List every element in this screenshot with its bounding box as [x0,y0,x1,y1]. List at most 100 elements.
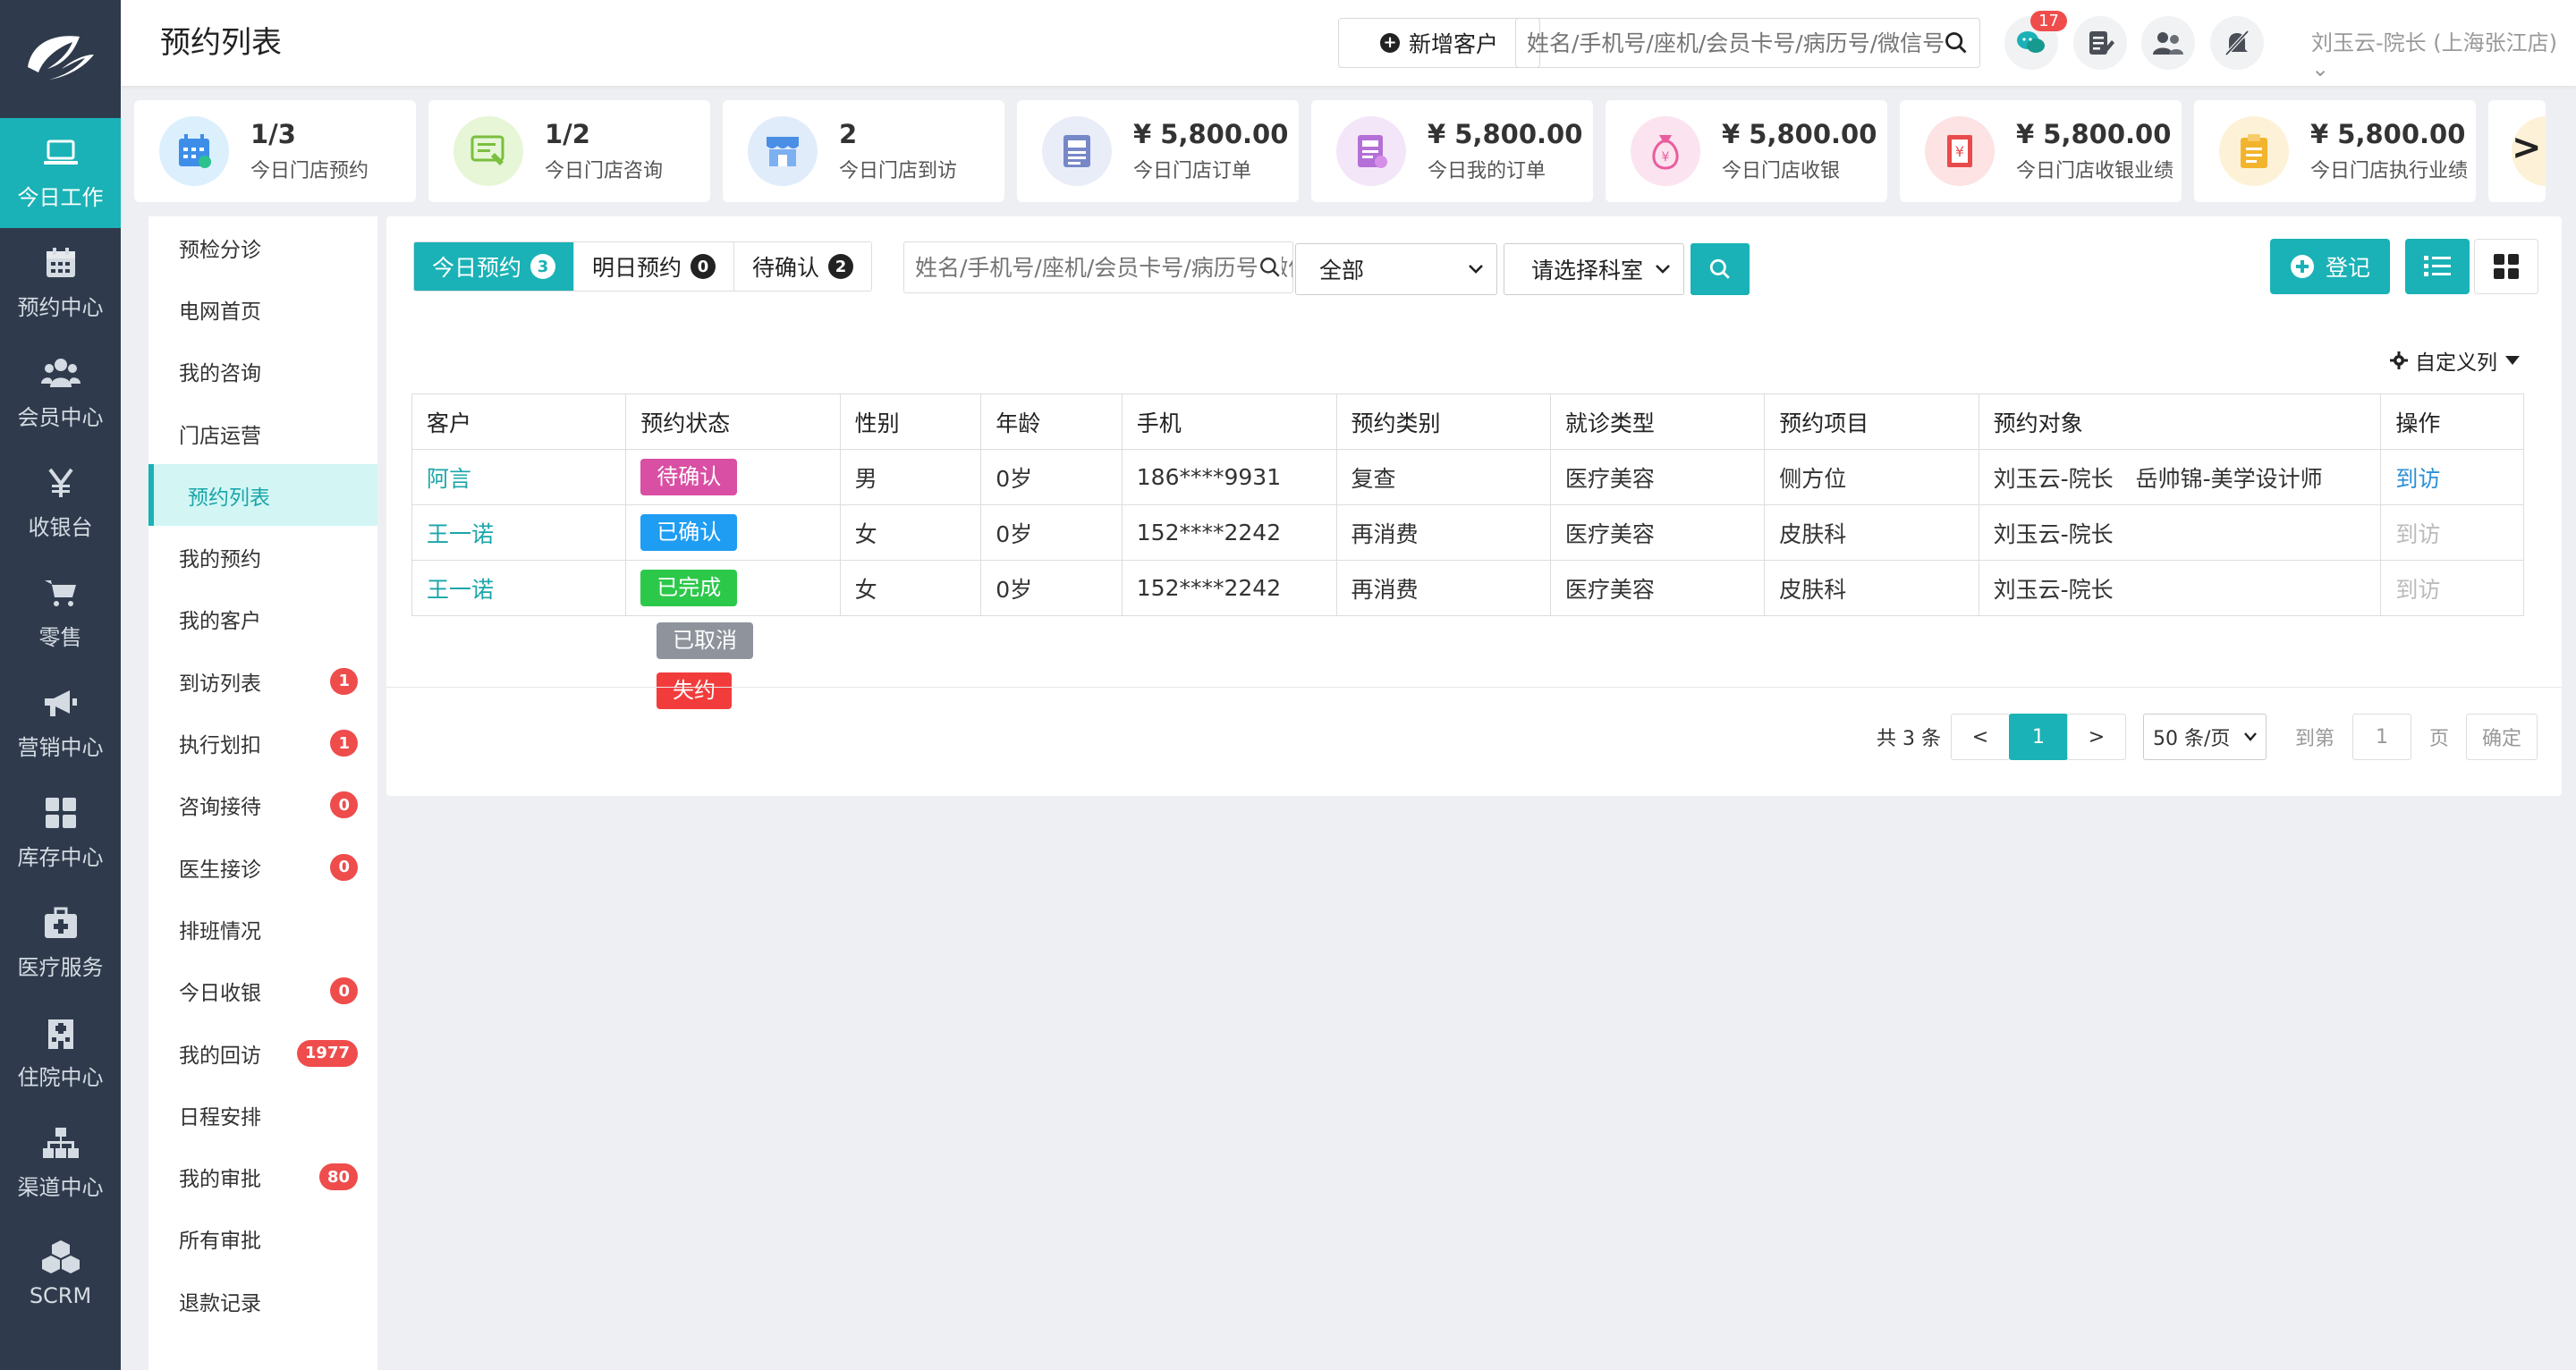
wechat-button[interactable]: 17 [2004,11,2067,70]
global-search-input[interactable] [1527,30,1944,56]
notes-button[interactable] [2073,16,2127,70]
grid-view-button[interactable] [2474,239,2538,294]
nav-item-8[interactable]: 住院中心 [0,998,121,1108]
nav-item-4[interactable]: 零售 [0,558,121,668]
pager-next-button[interactable]: > [2067,714,2126,760]
table-row[interactable]: 王一诺 已确认 女 0岁 152****2242 再消费 医疗美容 皮肤科 刘玉云-院长 到访 [411,504,2524,561]
kpi-card[interactable]: 1/2 今日门店咨询 [428,100,710,202]
column-header[interactable]: 操作 [2380,393,2524,450]
tab-1[interactable]: 明日预约 0 [574,242,735,291]
nav-item-7[interactable]: 医疗服务 [0,888,121,998]
status-select[interactable]: 全部 [1295,243,1497,295]
nav-item-label: SCRM [29,1282,92,1308]
nav-item-0[interactable]: 今日工作 [0,118,121,228]
column-header[interactable]: 性别 [839,393,982,450]
column-header[interactable]: 就诊类型 [1549,393,1766,450]
subnav-item[interactable]: 医生接诊 0 [148,836,377,898]
kpi-card[interactable]: ¥ 5,800.00 今日我的订单 [1311,100,1593,202]
nav-item-2[interactable]: 会员中心 [0,338,121,448]
custom-columns-button[interactable]: 自定义列 [2390,345,2521,376]
money-bag-icon: ¥ [1631,116,1700,186]
nav-item-1[interactable]: 预约中心 [0,228,121,338]
subnav-item[interactable]: 我的审批 80 [148,1146,377,1207]
subnav-item[interactable]: 我的客户 [148,588,377,650]
org-chart-icon [40,1125,81,1161]
subnav-item[interactable]: 所有审批 [148,1208,377,1270]
page-size-select[interactable]: 50 条/页 [2143,714,2267,760]
kpi-card[interactable]: 1/3 今日门店预约 [134,100,416,202]
nav-item-3[interactable]: 收银台 [0,448,121,558]
column-header[interactable]: 预约类别 [1335,393,1551,450]
kpi-value: ¥ 5,800.00 [2310,119,2466,149]
nav-item-label: 会员中心 [17,405,104,430]
cubes-icon [40,1239,81,1274]
customer-link[interactable]: 王一诺 [427,521,494,547]
column-header[interactable]: 年龄 [980,393,1123,450]
kpi-next-button[interactable]: > [2488,100,2546,202]
search-button[interactable] [1690,243,1750,295]
appointment-search-input[interactable] [915,254,1292,281]
tab-2[interactable]: 待确认 2 [734,242,872,291]
list-view-button[interactable] [2405,239,2470,294]
department-select[interactable]: 请选择科室 [1504,243,1684,295]
subnav-item[interactable]: 日程安排 [148,1084,377,1146]
pager-goto-input[interactable]: 1 [2352,714,2411,760]
subnav-item[interactable]: 预检分诊 [148,216,377,278]
tab-0[interactable]: 今日预约 3 [414,242,575,291]
subnav-item[interactable]: 退款记录 [148,1270,377,1332]
subnav-item[interactable]: 我的预约 [148,526,377,588]
subnav-item[interactable]: 电网首页 [148,278,377,340]
kpi-card[interactable]: ¥ 5,800.00 今日门店执行业绩 [2194,100,2476,202]
tab-label: 待确认 [752,255,820,281]
column-header[interactable]: 手机 [1121,393,1337,450]
count-badge: 0 [330,977,358,1005]
current-user-menu[interactable]: 刘玉云-院长 (上海张江店) ⌄ [2311,25,2576,81]
calendar-icon [40,245,81,281]
subnav-item[interactable]: 咨询接待 0 [148,774,377,836]
mute-button[interactable] [2210,16,2264,70]
pager-confirm-button[interactable]: 确定 [2466,714,2538,760]
kpi-label: 今日门店到访 [839,160,958,182]
table-row[interactable]: 王一诺 已完成 女 0岁 152****2242 再消费 医疗美容 皮肤科 刘玉云-院长 到访 [411,560,2524,616]
table-row[interactable]: 阿言 待确认 男 0岁 186****9931 复查 医疗美容 侧方位 刘玉云-院长 岳帅锦-美… [411,449,2524,505]
subnav-item[interactable]: 预约列表 [148,464,377,527]
global-search[interactable] [1515,18,1980,68]
search-icon[interactable] [1944,30,1969,55]
tab-label: 今日预约 [432,255,522,281]
wechat-icon [2017,31,2045,53]
appointment-search[interactable] [903,241,1293,293]
cell-gender: 女 [839,560,982,616]
cell-target: 刘玉云-院长 岳帅锦-美学设计师 [1978,449,2382,505]
nav-item-10[interactable]: SCRM [0,1218,121,1328]
add-customer-button[interactable]: + 新增客户 [1338,18,1540,68]
nav-item-label: 今日工作 [17,185,104,210]
kpi-card[interactable]: ¥ 5,800.00 今日门店订单 [1017,100,1299,202]
subnav-item[interactable]: 门店运营 [148,402,377,464]
team-button[interactable] [2141,16,2195,70]
subnav-item[interactable]: 执行划扣 1 [148,712,377,774]
customer-link[interactable]: 阿言 [427,466,471,492]
nav-item-5[interactable]: 营销中心 [0,668,121,778]
kpi-card[interactable]: ¥ ¥ 5,800.00 今日门店收银 [1606,100,1887,202]
subnav-item[interactable]: 排班情况 [148,898,377,960]
column-header[interactable]: 客户 [411,393,627,450]
nav-item-6[interactable]: 库存中心 [0,778,121,888]
calendar-check-icon [159,116,229,186]
register-button[interactable]: 登记 [2270,239,2390,294]
nav-item-9[interactable]: 渠道中心 [0,1108,121,1218]
column-header[interactable]: 预约对象 [1978,393,2382,450]
pager-prev-button[interactable]: < [1951,714,2010,760]
column-header[interactable]: 预约状态 [625,393,841,450]
column-header[interactable]: 预约项目 [1764,393,1979,450]
subnav-item[interactable]: 今日收银 0 [148,960,377,1022]
pager-page-1[interactable]: 1 [2009,714,2068,760]
subnav-item-label: 医生接诊 [179,858,261,882]
subnav-item[interactable]: 我的回访 1977 [148,1022,377,1084]
kpi-card[interactable]: ¥ ¥ 5,800.00 今日门店收银业绩 [1900,100,2182,202]
visit-action-link[interactable]: 到访 [2395,466,2440,492]
customer-link[interactable]: 王一诺 [427,577,494,603]
search-icon[interactable] [1258,256,1282,279]
subnav-item[interactable]: 我的咨询 [148,341,377,402]
subnav-item[interactable]: 到访列表 1 [148,650,377,712]
kpi-card[interactable]: 2 今日门店到访 [723,100,1004,202]
